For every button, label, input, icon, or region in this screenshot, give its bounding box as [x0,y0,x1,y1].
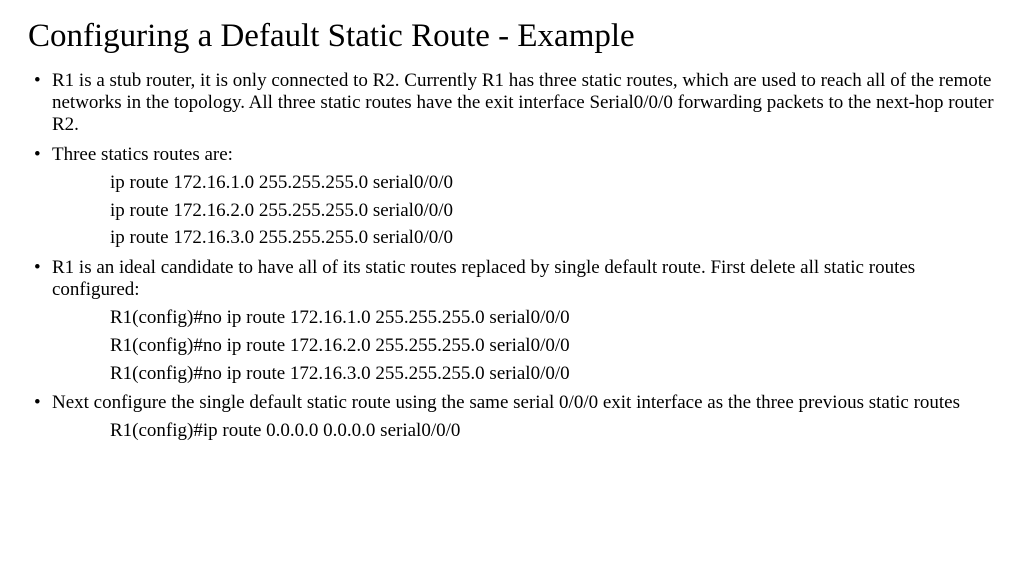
code-block: R1(config)#no ip route 172.16.1.0 255.25… [52,307,996,385]
bullet-item: R1 is a stub router, it is only connecte… [52,70,996,136]
bullet-list: R1 is a stub router, it is only connecte… [28,70,996,442]
code-line: R1(config)#no ip route 172.16.2.0 255.25… [110,335,996,357]
bullet-item: R1 is an ideal candidate to have all of … [52,257,996,384]
bullet-item: Three statics routes are: ip route 172.1… [52,144,996,249]
code-block: R1(config)#ip route 0.0.0.0 0.0.0.0 seri… [52,420,996,442]
bullet-text: Three statics routes are: [52,144,233,165]
code-block: ip route 172.16.1.0 255.255.255.0 serial… [52,172,996,250]
code-line: R1(config)#no ip route 172.16.1.0 255.25… [110,307,996,329]
bullet-text: Next configure the single default static… [52,392,960,413]
slide-title: Configuring a Default Static Route - Exa… [28,18,996,54]
code-line: ip route 172.16.1.0 255.255.255.0 serial… [110,172,996,194]
code-line: R1(config)#ip route 0.0.0.0 0.0.0.0 seri… [110,420,996,442]
code-line: ip route 172.16.3.0 255.255.255.0 serial… [110,227,996,249]
slide-content: R1 is a stub router, it is only connecte… [28,70,996,442]
code-line: R1(config)#no ip route 172.16.3.0 255.25… [110,363,996,385]
bullet-text: R1 is an ideal candidate to have all of … [52,257,915,300]
bullet-item: Next configure the single default static… [52,392,996,442]
code-line: ip route 172.16.2.0 255.255.255.0 serial… [110,200,996,222]
